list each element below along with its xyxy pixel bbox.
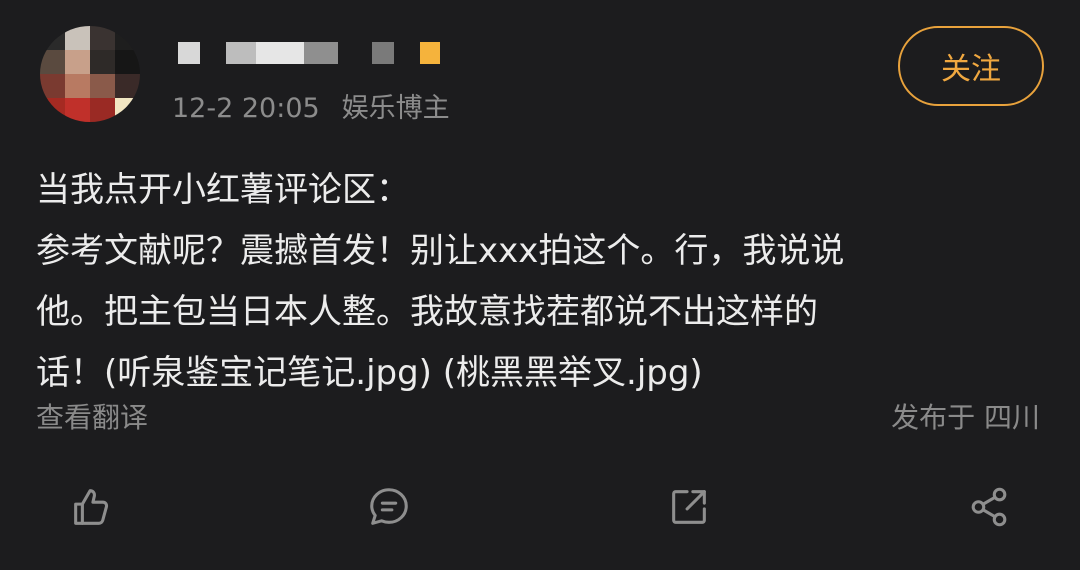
- post-time: 12-2 20:05: [172, 93, 320, 124]
- weibo-post: 12-2 20:05 娱乐博主 关注 当我点开小红薯评论区： 参考文献呢？震撼首发…: [0, 0, 1080, 570]
- avatar[interactable]: [40, 26, 140, 122]
- thumbs-up-icon: [74, 489, 109, 525]
- username-redacted[interactable]: [178, 30, 440, 76]
- share-icon: [971, 487, 1007, 527]
- post-text: 当我点开小红薯评论区： 参考文献呢？震撼首发！别让xxx拍这个。行，我说说 他。…: [36, 170, 845, 393]
- view-translation-link[interactable]: 查看翻译: [36, 396, 148, 436]
- comment-button[interactable]: [364, 482, 414, 532]
- share-button[interactable]: [964, 482, 1014, 532]
- post-location: 发布于 四川: [891, 401, 1040, 434]
- repost-button[interactable]: [664, 482, 714, 532]
- post-meta: 12-2 20:05 娱乐博主: [172, 86, 450, 125]
- follow-button[interactable]: 关注: [898, 26, 1044, 106]
- comment-icon: [370, 488, 408, 525]
- author-role: 娱乐博主: [341, 93, 450, 124]
- like-button[interactable]: [66, 482, 116, 532]
- repost-icon: [672, 490, 706, 524]
